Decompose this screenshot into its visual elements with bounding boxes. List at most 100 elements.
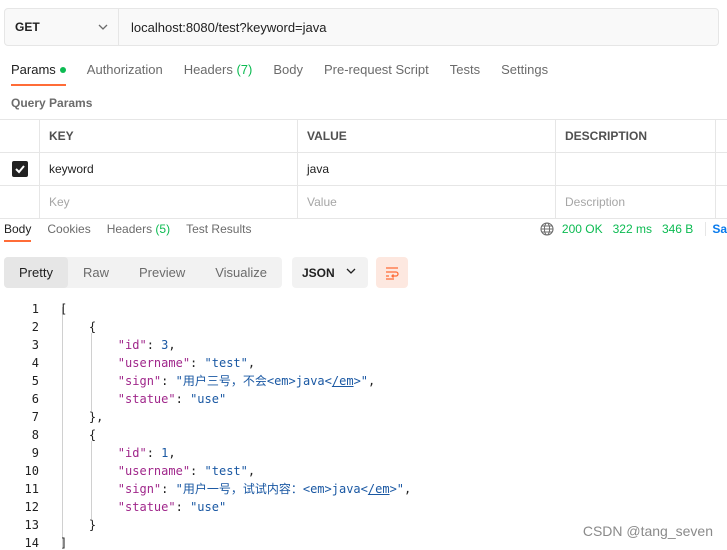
line-number: 12 <box>24 500 39 514</box>
code-line: 10 "username": "test", <box>0 462 727 480</box>
language-select[interactable]: JSON <box>292 257 368 288</box>
param-enabled-checkbox[interactable] <box>11 161 28 177</box>
param-key-cell[interactable]: keyword <box>40 153 298 185</box>
query-params-table: KEY VALUE DESCRIPTION keyword java Key V… <box>0 119 727 219</box>
wrap-lines-icon <box>386 266 399 280</box>
code-text: [ <box>60 302 68 316</box>
code-line: 11 "sign": "用户一号，试试内容：<em>java</em>", <box>0 480 727 498</box>
table-header-row: KEY VALUE DESCRIPTION <box>0 120 727 153</box>
new-extra-cell <box>716 186 727 218</box>
code-line: 3 "id": 3, <box>0 336 727 354</box>
code-text: "username": "test", <box>117 356 256 370</box>
tab-cookies[interactable]: Cookies <box>47 222 90 240</box>
method-label: GET <box>15 20 40 34</box>
language-label: JSON <box>302 265 335 280</box>
code-line: 5 "sign": "用户三号，不会<em>java</em>", <box>0 372 727 390</box>
code-text: }, <box>88 410 104 424</box>
params-active-dot-icon <box>59 66 66 73</box>
watermark: CSDN @tang_seven <box>582 523 713 539</box>
tab-test-results-label: Test Results <box>186 222 252 236</box>
param-extra-cell <box>716 153 727 185</box>
param-description-cell[interactable] <box>556 153 716 185</box>
response-body-code[interactable]: 1[2 {3 "id": 3, 4 "username": "test", 5 "s… <box>0 300 727 550</box>
row-checkbox-cell <box>0 153 40 185</box>
code-text: "username": "test", <box>117 464 256 478</box>
line-number: 3 <box>31 338 39 352</box>
code-text: ] <box>60 536 68 550</box>
header-checkbox-cell <box>0 120 40 152</box>
query-params-title: Query Params <box>11 96 93 110</box>
new-value-input[interactable]: Value <box>298 186 556 218</box>
code-line: 4 "username": "test", <box>0 354 727 372</box>
method-select[interactable]: GET <box>5 9 119 45</box>
line-number: 10 <box>24 464 39 478</box>
checkmark-icon <box>14 165 25 174</box>
tab-headers-label: Headers <box>183 62 233 77</box>
tab-response-body-label: Body <box>4 222 32 236</box>
tab-params[interactable]: Params <box>11 62 66 86</box>
table-row-new: Key Value Description <box>0 186 727 219</box>
tab-cookies-label: Cookies <box>47 222 91 236</box>
tab-settings-label: Settings <box>501 62 549 77</box>
url-input[interactable] <box>119 9 718 45</box>
code-line: 6 "statue": "use" <box>0 390 727 408</box>
mode-visualize[interactable]: Visualize <box>200 257 282 288</box>
column-header-key: KEY <box>40 120 298 152</box>
request-tabs: Params Authorization Headers (7) Body Pr… <box>0 62 727 86</box>
tab-authorization[interactable]: Authorization <box>87 62 163 84</box>
line-number: 5 <box>31 374 39 388</box>
tab-response-headers-count: (5) <box>155 222 171 236</box>
code-line: 1[ <box>0 300 727 318</box>
response-size[interactable]: 346 B <box>662 222 693 236</box>
tab-authorization-label: Authorization <box>86 62 163 77</box>
code-text: "id": 3, <box>117 338 176 352</box>
tab-headers-count: (7) <box>236 62 253 77</box>
request-url-bar: GET <box>4 8 719 46</box>
new-key-input[interactable]: Key <box>40 186 298 218</box>
tab-tests[interactable]: Tests <box>450 62 480 84</box>
line-number: 8 <box>31 428 39 442</box>
column-header-value: VALUE <box>298 120 556 152</box>
code-line: 12 "statue": "use" <box>0 498 727 516</box>
column-header-extra <box>716 120 727 152</box>
save-response-button[interactable]: Sa <box>705 222 727 236</box>
tab-response-body[interactable]: Body <box>4 222 32 242</box>
line-number: 11 <box>24 482 39 496</box>
tab-settings[interactable]: Settings <box>501 62 548 84</box>
tab-body[interactable]: Body <box>273 62 303 84</box>
mode-preview[interactable]: Preview <box>124 257 200 288</box>
new-description-input[interactable]: Description <box>556 186 716 218</box>
tab-headers[interactable]: Headers (7) <box>184 62 253 84</box>
code-text: } <box>88 518 97 532</box>
chevron-down-icon <box>346 268 356 274</box>
line-number: 13 <box>24 518 39 532</box>
response-tabs: Body Cookies Headers (5) Test Results 20… <box>0 222 727 246</box>
tab-test-results[interactable]: Test Results <box>186 222 251 240</box>
wrap-lines-button[interactable] <box>376 257 408 288</box>
response-time[interactable]: 322 ms <box>613 222 652 236</box>
mode-pretty[interactable]: Pretty <box>4 257 68 288</box>
code-line: 7 }, <box>0 408 727 426</box>
tab-pre-request-script[interactable]: Pre-request Script <box>324 62 429 84</box>
line-number: 4 <box>31 356 39 370</box>
tab-pre-request-script-label: Pre-request Script <box>323 62 429 77</box>
globe-icon[interactable] <box>540 222 554 236</box>
response-meta: 200 OK 322 ms 346 B Sa <box>540 222 727 236</box>
tab-response-headers[interactable]: Headers (5) <box>107 222 170 240</box>
chevron-down-icon <box>98 24 108 30</box>
tab-response-headers-label: Headers <box>106 222 153 236</box>
code-text: "id": 1, <box>117 446 176 460</box>
param-value-cell[interactable]: java <box>298 153 556 185</box>
line-number: 2 <box>31 320 39 334</box>
column-header-description: DESCRIPTION <box>556 120 716 152</box>
mode-raw[interactable]: Raw <box>68 257 124 288</box>
code-text: "statue": "use" <box>117 500 227 514</box>
tab-tests-label: Tests <box>449 62 481 77</box>
code-text: "sign": "用户三号，不会<em>java</em>", <box>117 374 376 388</box>
code-text: "statue": "use" <box>117 392 227 406</box>
line-number: 14 <box>24 536 39 550</box>
code-text: { <box>88 320 97 334</box>
status-code[interactable]: 200 OK <box>562 222 603 236</box>
code-line: 2 { <box>0 318 727 336</box>
tab-params-label: Params <box>11 62 56 77</box>
